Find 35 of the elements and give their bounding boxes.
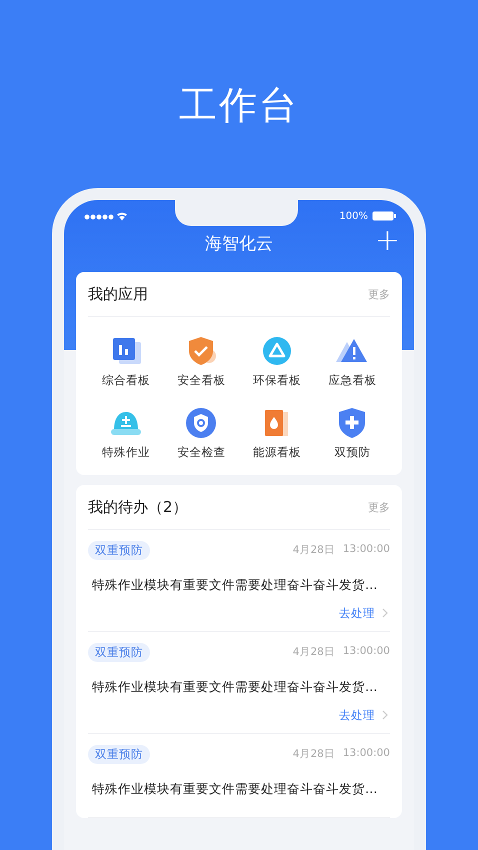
todo-text: 特殊作业模块有重要文件需要处理奋斗奋斗发货… [92, 781, 378, 798]
todo-text: 特殊作业模块有重要文件需要处理奋斗奋斗发货… [92, 577, 378, 594]
app-label[interactable]: 应急看板 [328, 372, 376, 388]
section-title: 我的应用 [88, 284, 148, 304]
app-title: 海智化云 [205, 232, 273, 254]
app-label[interactable]: 安全检查 [177, 444, 226, 460]
todo-time: 13:00:00 [342, 543, 390, 557]
todo-date: 4月28日 [292, 747, 335, 761]
headline: 工作台 [179, 82, 299, 128]
category-tag: 双重预防 [88, 642, 150, 662]
todo-date: 4月28日 [292, 543, 335, 557]
app-label[interactable]: 能源看板 [252, 444, 301, 460]
battery-icon [372, 211, 396, 221]
todo-time: 13:00:00 [342, 645, 390, 659]
section-title: 我的待办（2） [88, 498, 188, 516]
add-button[interactable]: + [372, 226, 402, 256]
triangle-circle-icon [262, 336, 292, 366]
todo-date: 4月28日 [292, 645, 335, 659]
category-tag: 双重预防 [88, 540, 150, 560]
shield-search-icon [185, 406, 218, 438]
app-label[interactable]: 双预防 [334, 444, 370, 460]
category-tag: 双重预防 [88, 744, 150, 764]
chevron-right-icon [380, 710, 390, 720]
todo-text: 特殊作业模块有重要文件需要处理奋斗奋斗发货… [92, 679, 378, 696]
app-label[interactable]: 安全看板 [177, 372, 226, 388]
chevron-right-icon [380, 608, 390, 618]
todo-time: 13:00:00 [342, 747, 390, 761]
battery-percent: 100% [339, 210, 368, 222]
app-label[interactable]: 特殊作业 [102, 444, 150, 460]
shield-plus-icon [337, 406, 368, 438]
signal-wifi-icon [84, 211, 128, 221]
app-label[interactable]: 综合看板 [102, 372, 150, 388]
process-link[interactable]: 去处理 [339, 708, 375, 722]
process-link[interactable]: 去处理 [339, 606, 375, 620]
app-label[interactable]: 环保看板 [252, 372, 301, 388]
